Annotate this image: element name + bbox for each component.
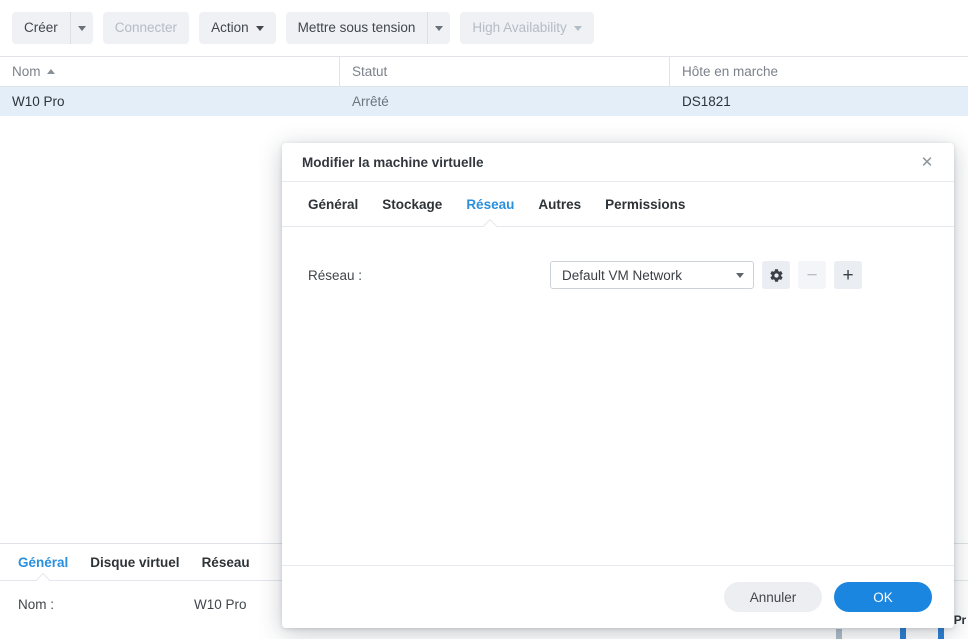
dialog-footer: Annuler OK — [282, 565, 954, 628]
network-field-row: Réseau : Default VM Network − + — [282, 261, 954, 289]
tab-general[interactable]: Général — [308, 182, 358, 226]
network-add-button[interactable]: + — [834, 261, 862, 289]
plus-icon: + — [842, 264, 854, 286]
tab-network[interactable]: Réseau — [466, 182, 514, 226]
dialog-title: Modifier la machine virtuelle — [302, 154, 484, 170]
dialog-tabs: Général Stockage Réseau Autres Permissio… — [282, 182, 954, 227]
cancel-button[interactable]: Annuler — [724, 582, 822, 612]
tab-permissions[interactable]: Permissions — [605, 182, 685, 226]
network-remove-button[interactable]: − — [798, 261, 826, 289]
close-icon[interactable]: ✕ — [916, 151, 938, 173]
dialog-title-bar: Modifier la machine virtuelle ✕ — [282, 143, 954, 182]
network-field-label: Réseau : — [308, 267, 363, 283]
chevron-down-icon — [736, 272, 744, 278]
tab-storage[interactable]: Stockage — [382, 182, 442, 226]
edit-vm-dialog: Modifier la machine virtuelle ✕ Général … — [282, 143, 954, 628]
dialog-content: Réseau : Default VM Network − + — [282, 227, 954, 565]
network-select-value: Default VM Network — [562, 267, 683, 283]
tab-others[interactable]: Autres — [538, 182, 581, 226]
ok-button[interactable]: OK — [834, 582, 932, 612]
minus-icon: − — [806, 264, 818, 286]
network-select[interactable]: Default VM Network — [550, 261, 754, 289]
modal-overlay: Modifier la machine virtuelle ✕ Général … — [0, 0, 968, 639]
gear-icon — [769, 268, 783, 282]
network-settings-button[interactable] — [762, 261, 790, 289]
